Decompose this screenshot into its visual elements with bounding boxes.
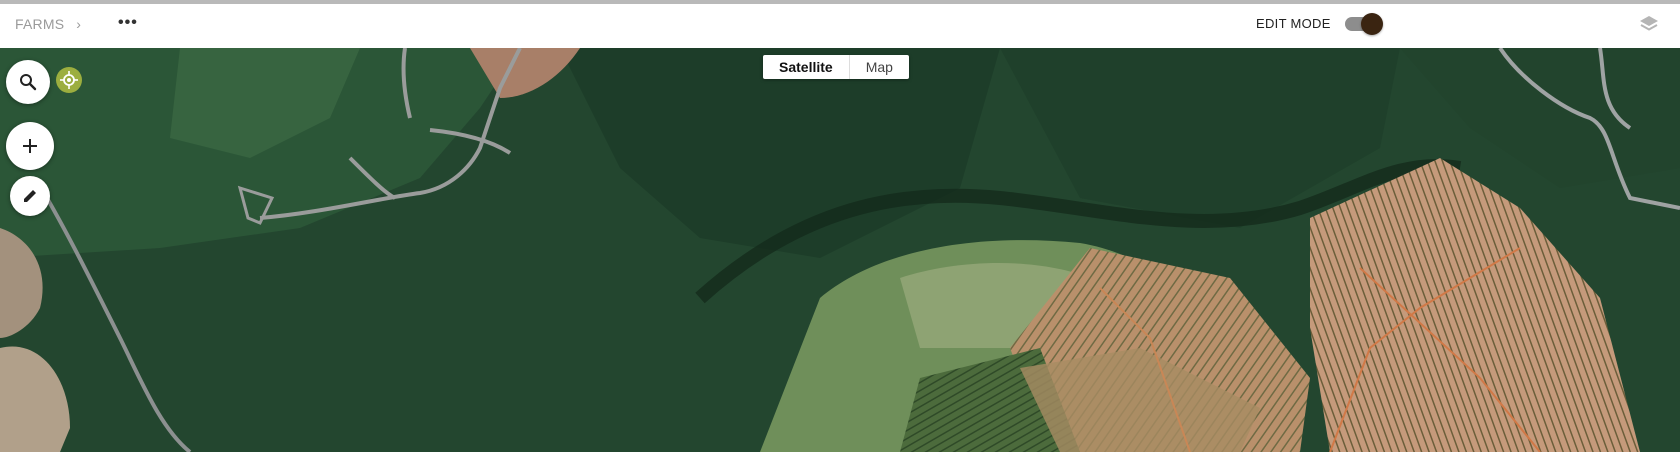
app-header: FARMS › ••• EDIT MODE	[0, 4, 1680, 48]
map-view-button[interactable]: Map	[850, 55, 909, 79]
edit-mode-toggle[interactable]	[1344, 12, 1383, 35]
satellite-view-button[interactable]: Satellite	[763, 55, 850, 79]
map-type-toggle: Satellite Map	[763, 55, 909, 79]
add-button[interactable]	[6, 122, 54, 170]
pencil-icon	[24, 190, 36, 202]
toggle-knob	[1360, 12, 1383, 35]
satellite-map[interactable]	[0, 48, 1680, 452]
more-options-icon[interactable]: •••	[118, 14, 138, 32]
search-button[interactable]	[6, 60, 50, 104]
edit-mode-control: EDIT MODE	[1256, 12, 1383, 35]
breadcrumb[interactable]: FARMS ›	[15, 16, 81, 32]
add-icon	[23, 139, 37, 153]
chevron-right-icon: ›	[76, 16, 82, 32]
search-icon	[20, 74, 37, 91]
breadcrumb-farms[interactable]: FARMS	[15, 16, 64, 32]
edit-mode-label: EDIT MODE	[1256, 16, 1331, 31]
locate-button[interactable]	[56, 67, 82, 93]
layers-icon[interactable]	[1638, 14, 1660, 34]
satellite-imagery	[0, 48, 1680, 452]
locate-icon	[60, 71, 78, 89]
draw-button[interactable]	[10, 176, 50, 216]
